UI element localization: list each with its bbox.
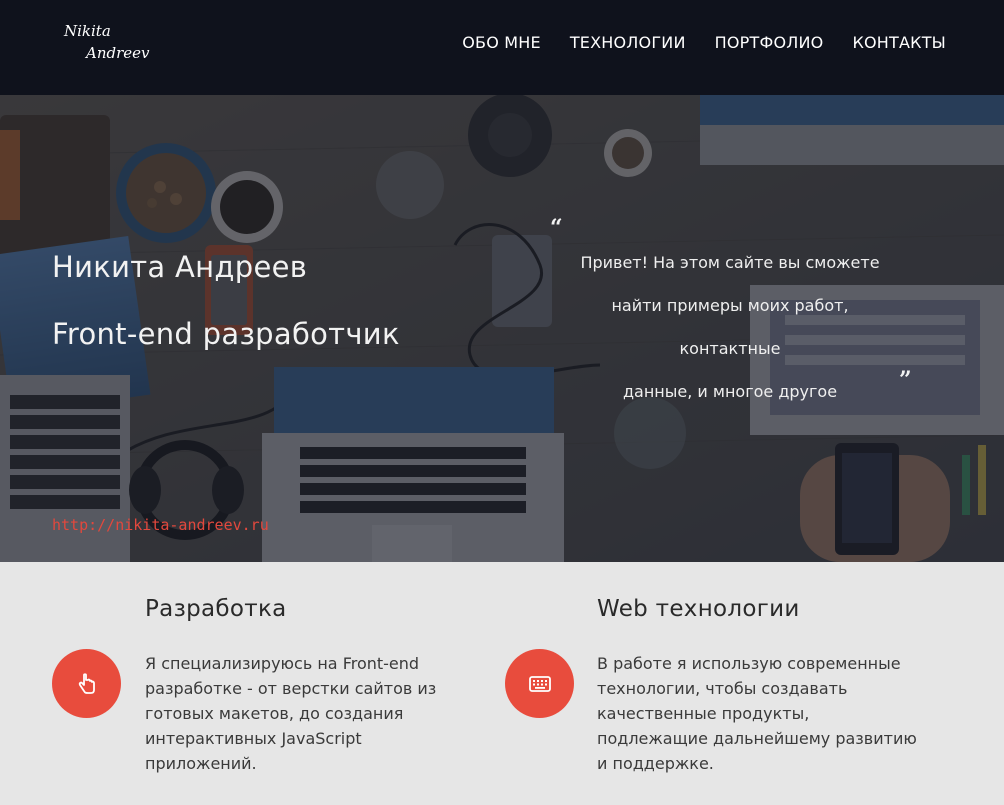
hero-role: Front-end разработчик bbox=[52, 317, 400, 351]
nav-item-technologies[interactable]: ТЕХНОЛОГИИ bbox=[570, 31, 686, 55]
service-text-development: Я специализируюсь на Front-end разработк… bbox=[145, 651, 436, 776]
site-header: Nikita Andreev ОБО МНЕ ТЕХНОЛОГИИ ПОРТФО… bbox=[0, 0, 1004, 95]
service-title-web-tech: Web технологии bbox=[597, 596, 800, 622]
main-nav: ОБО МНЕ ТЕХНОЛОГИИ ПОРТФОЛИО КОНТАКТЫ bbox=[462, 31, 946, 55]
quote-line: Привет! На этом сайте вы сможете bbox=[580, 253, 880, 272]
service-text-line: и поддержке. bbox=[597, 754, 714, 773]
logo-line-2: Andreev bbox=[86, 44, 150, 62]
quote-open-mark: “ bbox=[550, 215, 563, 241]
hero-quote: Привет! На этом сайте вы сможете найти п… bbox=[560, 241, 900, 413]
service-text-line: качественные продукты, bbox=[597, 704, 810, 723]
site-url-link[interactable]: http://nikita-andreev.ru bbox=[52, 516, 269, 534]
service-text-line: разработке - от верстки сайтов из bbox=[145, 679, 437, 698]
service-text-line: интерактивных JavaScript bbox=[145, 729, 362, 748]
service-text-line: технологии, чтобы создавать bbox=[597, 679, 848, 698]
hero-section: Никита Андреев Front-end разработчик “ П… bbox=[0, 95, 1004, 562]
service-text-line: подлежащие дальнейшему развитию bbox=[597, 729, 917, 748]
hero-name: Никита Андреев bbox=[52, 250, 308, 284]
logo-line-1: Nikita bbox=[64, 22, 111, 40]
service-title-development: Разработка bbox=[145, 596, 287, 622]
nav-item-contacts[interactable]: КОНТАКТЫ bbox=[852, 31, 946, 55]
quote-line: данные, и многое другое bbox=[622, 382, 838, 401]
service-text-web-tech: В работе я использую современные техноло… bbox=[597, 651, 917, 776]
keyboard-icon bbox=[505, 649, 574, 718]
service-text-line: готовых макетов, до создания bbox=[145, 704, 404, 723]
nav-item-about[interactable]: ОБО МНЕ bbox=[462, 31, 541, 55]
quote-line: найти примеры моих работ, контактные bbox=[611, 296, 849, 358]
services-section: Разработка Я специализируюсь на Front-en… bbox=[0, 562, 1004, 805]
hand-pointer-icon bbox=[52, 649, 121, 718]
logo[interactable]: Nikita Andreev bbox=[64, 22, 164, 68]
service-text-line: В работе я использую современные bbox=[597, 654, 901, 673]
nav-item-portfolio[interactable]: ПОРТФОЛИО bbox=[715, 31, 824, 55]
service-text-line: Я специализируюсь на Front-end bbox=[145, 654, 420, 673]
quote-close-mark: ” bbox=[899, 367, 912, 393]
service-text-line: приложений. bbox=[145, 754, 257, 773]
